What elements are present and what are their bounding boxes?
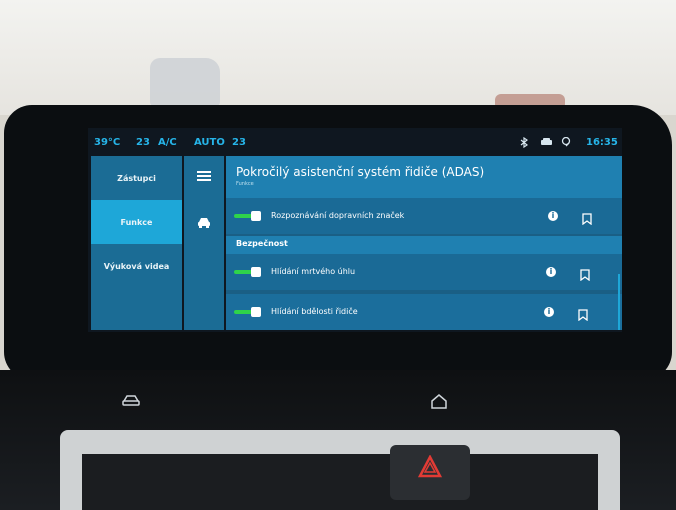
section-label: Bezpečnost (236, 239, 288, 248)
info-icon[interactable]: i (546, 267, 556, 277)
car-button-icon[interactable] (116, 390, 146, 412)
clock: 16:35 (586, 137, 618, 148)
fan-level-right[interactable]: 23 (232, 137, 246, 148)
status-bar: 39°C 23 A/C AUTO 23 16:35 (88, 128, 622, 156)
setting-label: Hlídání bdělosti řidiče (271, 307, 358, 316)
car-icon[interactable] (194, 212, 214, 232)
auto-label[interactable]: AUTO (194, 137, 225, 148)
background-car (150, 58, 220, 106)
background-sky (0, 0, 676, 115)
toggle-knob (251, 307, 261, 317)
info-icon[interactable]: i (548, 211, 558, 221)
air-vent (60, 430, 620, 510)
scrollbar[interactable] (618, 274, 620, 330)
infotainment-screen: 39°C 23 A/C AUTO 23 16:35 Zástupci Funkc… (88, 128, 622, 332)
toggle-knob (251, 267, 261, 277)
sidebar-item-label: Funkce (120, 217, 153, 227)
bluetooth-icon (520, 136, 529, 151)
setting-row-traffic-signs[interactable]: Rozpoznávání dopravních značek i (226, 198, 622, 234)
home-button-icon[interactable] (424, 390, 454, 412)
sidebar-item-zastupci[interactable]: Zástupci (91, 156, 182, 200)
hazard-button[interactable] (390, 445, 470, 500)
toggle-switch[interactable] (234, 267, 266, 277)
toggle-knob (251, 211, 261, 221)
adas-panel: Pokročilý asistenční systém řidiče (ADAS… (226, 156, 622, 330)
sidebar-item-label: Výuková videa (103, 261, 170, 271)
icon-rail (184, 156, 224, 330)
menu-icon[interactable] (194, 166, 214, 186)
bookmark-icon[interactable] (580, 266, 590, 282)
setting-row-driver-attention[interactable]: Hlídání bdělosti řidiče i (226, 294, 622, 330)
car-connect-icon (540, 137, 553, 150)
sidebar-item-vyukova-videa[interactable]: Výuková videa (91, 244, 182, 288)
sidebar-item-label: Zástupci (117, 173, 156, 183)
vent-slats (82, 454, 598, 510)
scene: 39°C 23 A/C AUTO 23 16:35 Zástupci Funkc… (0, 0, 676, 510)
bookmark-icon[interactable] (582, 210, 592, 226)
setting-row-blind-spot[interactable]: Hlídání mrtvého úhlu i (226, 254, 622, 290)
page-subtitle: Funkce (236, 181, 254, 187)
setting-label: Rozpoznávání dopravních značek (271, 211, 405, 220)
bookmark-icon[interactable] (578, 306, 588, 322)
info-icon[interactable]: i (544, 307, 554, 317)
page-title: Pokročilý asistenční systém řidiče (ADAS… (236, 165, 485, 179)
setting-label: Hlídání mrtvého úhlu (271, 267, 356, 276)
location-icon (561, 136, 573, 151)
section-header-bezpecnost: Bezpečnost (226, 236, 622, 254)
fan-level-left[interactable]: 23 (136, 137, 150, 148)
toggle-switch[interactable] (234, 211, 266, 221)
toggle-switch[interactable] (234, 307, 266, 317)
ac-label[interactable]: A/C (158, 137, 177, 148)
hazard-icon (417, 454, 443, 479)
temperature-left[interactable]: 39°C (94, 137, 120, 148)
panel-header: Pokročilý asistenční systém řidiče (ADAS… (226, 156, 622, 198)
sidebar-item-funkce[interactable]: Funkce (91, 200, 182, 244)
sidebar: Zástupci Funkce Výuková videa (91, 156, 182, 330)
